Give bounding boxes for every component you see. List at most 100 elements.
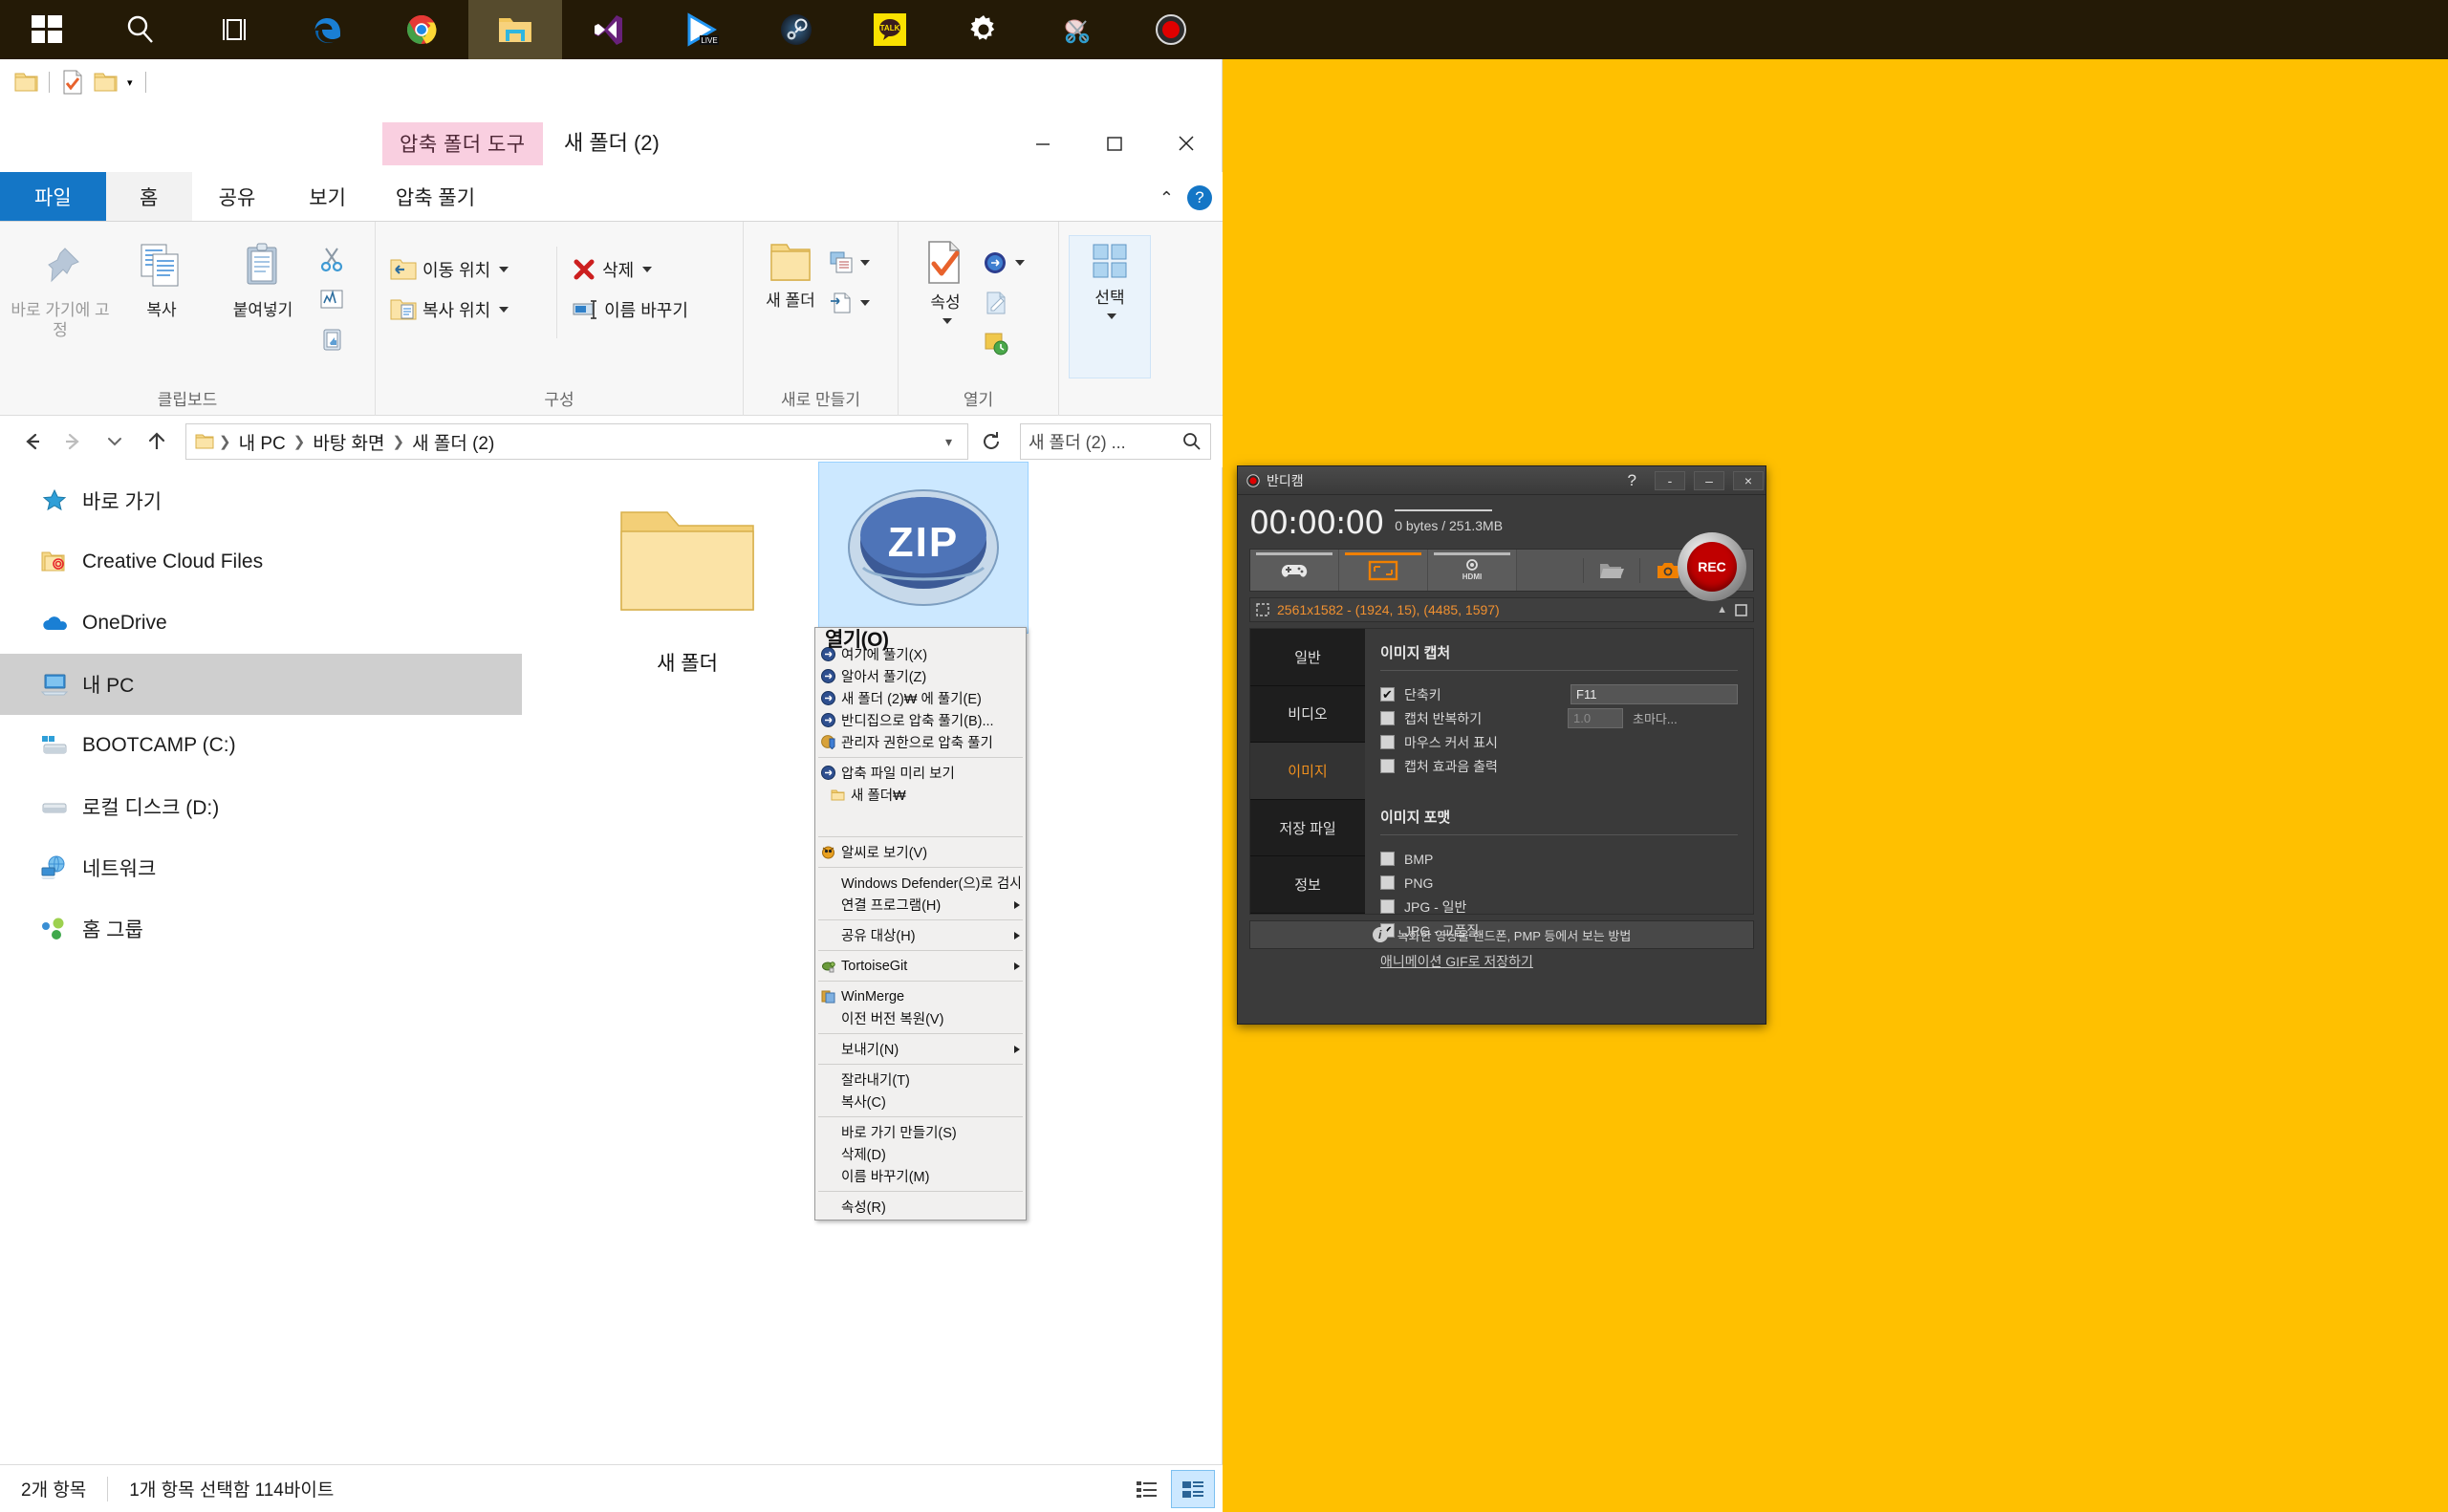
- context-menu-item-rename[interactable]: 이름 바꾸기(M): [815, 1165, 1026, 1187]
- back-button[interactable]: [11, 422, 50, 461]
- chevron-up-icon[interactable]: ⌃: [1159, 188, 1174, 208]
- sidebar-item-bootcamp-c[interactable]: BOOTCAMP (C:): [0, 715, 522, 776]
- context-menu-item-winmerge[interactable]: WinMerge: [815, 985, 1026, 1007]
- bandicam-help-icon[interactable]: ?: [1616, 471, 1648, 490]
- file-item-folder[interactable]: 새 폴더: [582, 480, 792, 677]
- tab-home[interactable]: 홈: [105, 172, 192, 221]
- paste-shortcut-button[interactable]: [314, 321, 350, 357]
- rename-button[interactable]: 이름 바꾸기: [567, 291, 733, 329]
- minimize-button[interactable]: [1007, 119, 1078, 168]
- refresh-button[interactable]: [972, 422, 1010, 461]
- select-button[interactable]: 선택: [1069, 235, 1151, 378]
- search-button[interactable]: [94, 0, 187, 59]
- chevron-down-icon[interactable]: [642, 267, 653, 272]
- copy-button[interactable]: 복사: [111, 235, 212, 320]
- sidebar-item-local-disk-d[interactable]: 로컬 디스크 (D:): [0, 776, 522, 837]
- file-item-zip[interactable]: ZIP: [818, 462, 1029, 634]
- chevron-down-icon[interactable]: [1015, 260, 1025, 266]
- easy-access-button[interactable]: [828, 285, 885, 321]
- bandicam-tab-general[interactable]: 일반: [1250, 629, 1365, 686]
- new-item-button[interactable]: [828, 245, 885, 281]
- context-menu-item-admin-extract[interactable]: 관리자 권한으로 압축 풀기: [815, 731, 1026, 753]
- device-recording-mode-button[interactable]: HDMI: [1428, 550, 1517, 591]
- hotkey-checkbox[interactable]: ✔: [1380, 687, 1395, 702]
- context-menu-item-extract-to-folder[interactable]: 새 폴더 (2)₩ 에 풀기(E): [815, 687, 1026, 709]
- search-input[interactable]: 새 폴더 (2) ...: [1020, 423, 1211, 460]
- folder-icon[interactable]: [10, 66, 42, 98]
- chevron-down-icon[interactable]: ▾: [121, 76, 139, 89]
- context-menu-item-open-with[interactable]: 연결 프로그램(H): [815, 894, 1026, 916]
- context-menu-item-defender-scan[interactable]: Windows Defender(으)로 검사...: [815, 872, 1026, 894]
- open-output-folder-button[interactable]: [1592, 560, 1632, 581]
- pin-to-quick-access-button[interactable]: 바로 가기에 고정: [10, 235, 111, 341]
- context-menu-item-cut[interactable]: 잘라내기(T): [815, 1069, 1026, 1091]
- chevron-down-icon[interactable]: [499, 307, 509, 313]
- sidebar-item-this-pc[interactable]: 내 PC: [0, 654, 522, 715]
- help-icon[interactable]: ?: [1187, 185, 1212, 210]
- format-png-checkbox[interactable]: [1380, 875, 1395, 890]
- screen-recording-mode-button[interactable]: [1339, 550, 1428, 591]
- tab-file[interactable]: 파일: [0, 172, 106, 221]
- task-view-button[interactable]: [187, 0, 281, 59]
- chevron-down-icon[interactable]: [499, 267, 509, 272]
- settings-button[interactable]: [937, 0, 1030, 59]
- open-with-button[interactable]: [983, 245, 1036, 281]
- context-menu-item-create-shortcut[interactable]: 바로 가기 만들기(S): [815, 1121, 1026, 1143]
- bandicam-minimize-button[interactable]: –: [1694, 470, 1724, 490]
- context-menu-item-send-to[interactable]: 보내기(N): [815, 1038, 1026, 1060]
- bandicam-resolution-row[interactable]: 2561x1582 - (1924, 15), (4485, 1597) ▲: [1249, 597, 1754, 622]
- paste-button[interactable]: 붙여넣기: [212, 235, 314, 320]
- format-bmp-checkbox[interactable]: [1380, 852, 1395, 866]
- chevron-down-icon[interactable]: [860, 260, 870, 266]
- sidebar-item-network[interactable]: 네트워크: [0, 837, 522, 898]
- context-menu-item-auto-extract[interactable]: 알아서 풀기(Z): [815, 665, 1026, 687]
- hotkey-input[interactable]: F11: [1571, 684, 1738, 704]
- chevron-down-icon[interactable]: [942, 318, 952, 325]
- sidebar-item-homegroup[interactable]: 홈 그룹: [0, 898, 522, 960]
- save-as-animated-gif-link[interactable]: 애니메이션 GIF로 저장하기: [1380, 954, 1533, 969]
- cut-button[interactable]: [314, 241, 350, 277]
- move-to-button[interactable]: 이동 위치: [385, 250, 547, 289]
- repeat-capture-checkbox[interactable]: [1380, 711, 1395, 725]
- history-button[interactable]: [983, 325, 1036, 361]
- edge-button[interactable]: [281, 0, 375, 59]
- repeat-interval-input[interactable]: 1.0: [1568, 708, 1623, 728]
- tab-extract[interactable]: 압축 풀기: [373, 172, 498, 221]
- context-menu-item-bandizip-extract[interactable]: 반디집으로 압축 풀기(B)...: [815, 709, 1026, 731]
- start-button[interactable]: [0, 0, 94, 59]
- context-menu-item-new-folder-entry[interactable]: 새 폴더₩: [815, 784, 1026, 806]
- visual-studio-button[interactable]: [562, 0, 656, 59]
- bandicam-tray-button[interactable]: -: [1655, 470, 1685, 490]
- chevron-down-icon[interactable]: [1107, 313, 1116, 320]
- capture-sound-checkbox[interactable]: [1380, 759, 1395, 773]
- bandicam-button[interactable]: [1124, 0, 1218, 59]
- tab-share[interactable]: 공유: [192, 172, 283, 221]
- breadcrumb-item-0[interactable]: 내 PC: [235, 429, 290, 455]
- edit-button[interactable]: [983, 285, 1036, 321]
- chrome-button[interactable]: [375, 0, 468, 59]
- context-menu-item-restore-previous-versions[interactable]: 이전 버전 복원(V): [815, 1007, 1026, 1029]
- new-folder-button[interactable]: 새 폴더: [753, 235, 828, 311]
- context-menu-item-copy[interactable]: 복사(C): [815, 1091, 1026, 1112]
- context-menu[interactable]: 열기(O) 여기에 풀기(X) 알아서 풀기(Z) 새 폴더 (2)₩ 에 풀기…: [814, 627, 1027, 1220]
- properties-button[interactable]: 속성: [908, 235, 983, 325]
- breadcrumb-item-1[interactable]: 바탕 화면: [309, 429, 388, 455]
- bandicam-tab-output[interactable]: 저장 파일: [1250, 800, 1365, 857]
- game-recording-mode-button[interactable]: [1250, 550, 1339, 591]
- context-menu-item-share-with[interactable]: 공유 대상(H): [815, 924, 1026, 946]
- bandicam-record-button[interactable]: REC: [1678, 532, 1746, 601]
- new-folder-icon[interactable]: [89, 66, 121, 98]
- format-jpg-normal-checkbox[interactable]: [1380, 899, 1395, 914]
- snipping-tool-button[interactable]: [1030, 0, 1124, 59]
- context-menu-item-delete[interactable]: 삭제(D): [815, 1143, 1026, 1165]
- breadcrumb[interactable]: ❯ 내 PC ❯ 바탕 화면 ❯ 새 폴더 (2) ▾: [185, 423, 968, 460]
- up-button[interactable]: [138, 422, 176, 461]
- sidebar-item-quick-access[interactable]: 바로 가기: [0, 470, 522, 531]
- context-menu-item-properties[interactable]: 속성(R): [815, 1196, 1026, 1218]
- forward-button[interactable]: [54, 422, 92, 461]
- chevron-up-icon[interactable]: ▲: [1717, 604, 1727, 616]
- properties-icon[interactable]: [56, 66, 89, 98]
- large-icons-view-button[interactable]: [1171, 1469, 1215, 1508]
- recent-locations-button[interactable]: [96, 422, 134, 461]
- maximize-button[interactable]: [1078, 119, 1150, 168]
